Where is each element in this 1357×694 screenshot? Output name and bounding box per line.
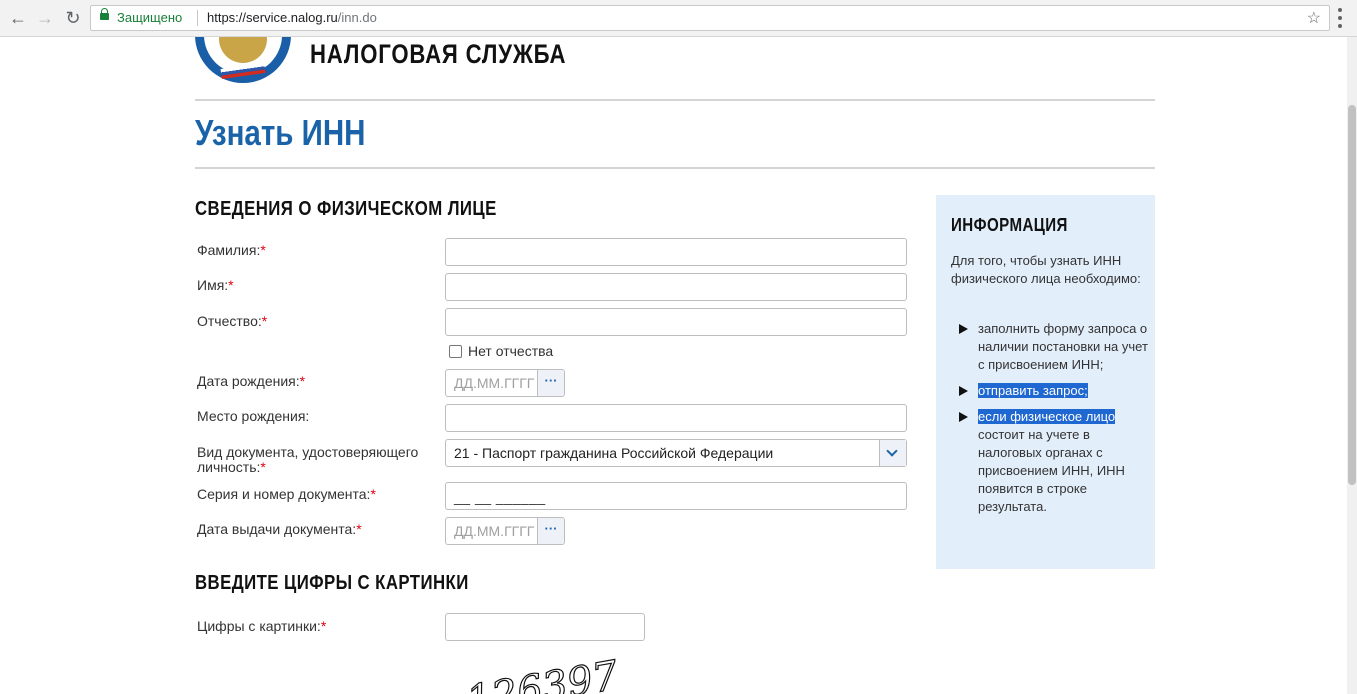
- birth-place-input[interactable]: [445, 404, 907, 432]
- captcha-label: Цифры с картинки:*: [197, 618, 327, 634]
- selected-text: если физическое лицо: [978, 409, 1116, 424]
- address-bar[interactable]: Защищено https://service.nalog.ru/inn.do…: [90, 5, 1330, 31]
- selected-text: отправить запрос;: [978, 383, 1088, 398]
- url-host: https://service.nalog.ru: [207, 10, 338, 25]
- doc-number-input[interactable]: __ __ ______: [445, 482, 907, 510]
- surname-input[interactable]: [445, 238, 907, 266]
- list-item: если физическое лицо состоит на учете в …: [951, 408, 1151, 516]
- surname-label: Фамилия:*: [197, 242, 266, 258]
- name-label: Имя:*: [197, 277, 234, 293]
- fns-emblem-logo[interactable]: [195, 37, 291, 83]
- info-intro: Для того, чтобы узнать ИНН физического л…: [951, 253, 1141, 286]
- arrow-right-icon: [959, 386, 968, 396]
- chevron-down-icon[interactable]: [879, 440, 906, 466]
- list-item: заполнить форму запроса о наличии постан…: [951, 320, 1151, 374]
- issue-date-calendar-button[interactable]: ···: [537, 518, 564, 544]
- back-arrow-icon[interactable]: ←: [6, 6, 30, 30]
- lock-icon: [100, 8, 109, 20]
- browser-toolbar: ← → ↻ Защищено https://service.nalog.ru/…: [0, 0, 1357, 37]
- patronymic-label: Отчество:*: [197, 313, 268, 329]
- url-path: /inn.do: [337, 10, 377, 25]
- info-title: ИНФОРМАЦИЯ: [951, 215, 1068, 235]
- birth-place-label: Место рождения:: [197, 408, 310, 424]
- page-title: Узнать ИНН: [195, 112, 366, 153]
- arrow-right-icon: [959, 324, 968, 334]
- birth-date-input[interactable]: ДД.ММ.ГГГГ: [446, 370, 537, 396]
- list-item: отправить запрос;: [951, 382, 1151, 400]
- info-panel: ИНФОРМАЦИЯ Для того, чтобы узнать ИНН фи…: [936, 195, 1155, 569]
- captcha-image: 126397: [463, 658, 623, 694]
- section-heading-captcha: ВВЕДИТЕ ЦИФРЫ С КАРТИНКИ: [195, 572, 469, 594]
- patronymic-input[interactable]: [445, 308, 907, 336]
- doc-number-mask: __ __ ______: [454, 489, 546, 505]
- url-text: https://service.nalog.ru/inn.do: [207, 10, 377, 25]
- section-heading-person: СВЕДЕНИЯ О ФИЗИЧЕСКОМ ЛИЦЕ: [195, 198, 497, 220]
- issue-date-field[interactable]: ДД.ММ.ГГГГ ···: [445, 517, 565, 545]
- secure-label: Защищено: [117, 10, 183, 25]
- arrow-right-icon: [959, 412, 968, 422]
- browser-menu-icon[interactable]: [1338, 8, 1342, 28]
- address-separator: [197, 10, 198, 26]
- forward-arrow-icon[interactable]: →: [33, 6, 57, 30]
- no-patronymic-row[interactable]: Нет отчества: [449, 343, 553, 359]
- page-scrollbar[interactable]: [1347, 37, 1357, 694]
- header-divider: [195, 99, 1155, 101]
- no-patronymic-checkbox[interactable]: [449, 344, 462, 358]
- info-list: заполнить форму запроса о наличии постан…: [951, 320, 1151, 524]
- scrollbar-thumb[interactable]: [1348, 105, 1356, 485]
- no-patronymic-label[interactable]: Нет отчества: [468, 343, 553, 359]
- issue-date-label: Дата выдачи документа:*: [197, 521, 362, 537]
- birth-date-calendar-button[interactable]: ···: [537, 370, 564, 396]
- brand-title: НАЛОГОВАЯ СЛУЖБА: [310, 39, 567, 69]
- birth-date-field[interactable]: ДД.ММ.ГГГГ ···: [445, 369, 565, 397]
- birth-date-label: Дата рождения:*: [197, 373, 306, 389]
- name-input[interactable]: [445, 273, 907, 301]
- doc-number-label: Серия и номер документа:*: [197, 486, 376, 502]
- issue-date-input[interactable]: ДД.ММ.ГГГГ: [446, 518, 537, 544]
- doc-type-value: 21 - Паспорт гражданина Российской Федер…: [454, 445, 774, 461]
- captcha-input[interactable]: [445, 613, 645, 641]
- doc-type-select[interactable]: 21 - Паспорт гражданина Российской Федер…: [445, 439, 907, 467]
- bookmark-star-icon[interactable]: ☆: [1307, 8, 1321, 28]
- captcha-digits: 126397: [463, 658, 622, 694]
- reload-icon[interactable]: ↻: [61, 6, 85, 30]
- doc-type-label: Вид документа, удостоверяющего личность:*: [197, 444, 419, 475]
- title-divider: [195, 167, 1155, 169]
